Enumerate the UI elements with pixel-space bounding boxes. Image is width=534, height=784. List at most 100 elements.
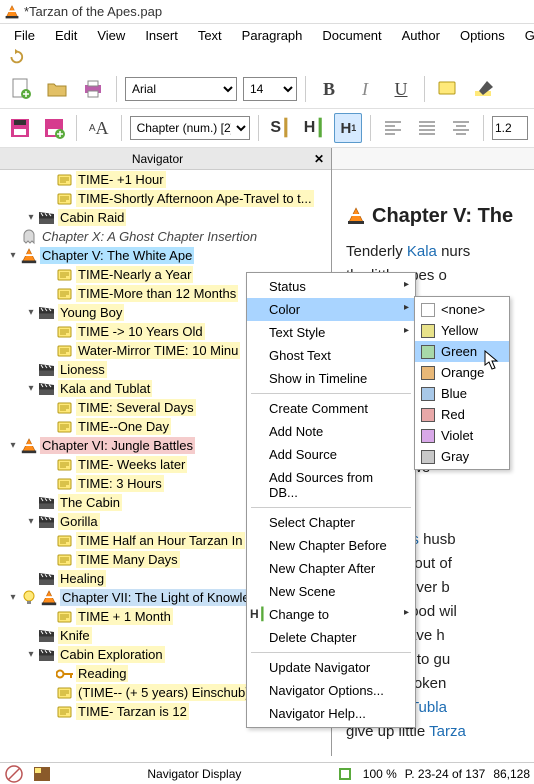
- h1-button[interactable]: H1: [334, 113, 362, 143]
- menu-document[interactable]: Document: [312, 26, 391, 45]
- color-gray[interactable]: Gray: [415, 446, 509, 467]
- ctx-create-comment[interactable]: Create Comment: [247, 397, 415, 420]
- menu-view[interactable]: View: [87, 26, 135, 45]
- note-icon: [56, 419, 74, 435]
- ctx-navigator-help-[interactable]: Navigator Help...: [247, 702, 415, 725]
- color-blue[interactable]: Blue: [415, 383, 509, 404]
- menu-insert[interactable]: Insert: [135, 26, 188, 45]
- menu-author[interactable]: Author: [392, 26, 450, 45]
- tree-item-label: Chapter VII: The Light of Knowle: [60, 589, 252, 606]
- menu-file[interactable]: File: [4, 26, 45, 45]
- save-button[interactable]: [6, 113, 34, 143]
- ctx-change-to[interactable]: Change toH┃: [247, 603, 415, 626]
- ctx-navigator-options-[interactable]: Navigator Options...: [247, 679, 415, 702]
- tree-item-label: TIME Many Days: [76, 551, 180, 568]
- align-justify-button[interactable]: [413, 113, 441, 143]
- menu-text[interactable]: Text: [188, 26, 232, 45]
- tree-item[interactable]: ▾ Cabin Raid: [0, 208, 331, 227]
- tree-item[interactable]: TIME-Shortly Afternoon Ape-Travel to t..…: [0, 189, 331, 208]
- color-label: Yellow: [441, 323, 478, 338]
- print-button[interactable]: [78, 74, 108, 104]
- new-doc-button[interactable]: [6, 74, 36, 104]
- h-break-button[interactable]: H┃: [300, 113, 328, 143]
- ctx-new-chapter-before[interactable]: New Chapter Before: [247, 534, 415, 557]
- tree-item[interactable]: ▾ Chapter V: The White Ape: [0, 246, 331, 265]
- save-as-button[interactable]: [40, 113, 68, 143]
- tree-item-label: Chapter V: The White Ape: [40, 247, 194, 264]
- status-icon-1[interactable]: [4, 765, 24, 783]
- navigator-display-label[interactable]: Navigator Display: [147, 767, 241, 781]
- tree-item-label: TIME-More than 12 Months: [76, 285, 238, 302]
- ctx-new-scene[interactable]: New Scene: [247, 580, 415, 603]
- tree-twist-icon[interactable]: ▾: [6, 592, 20, 603]
- color-label: Green: [441, 344, 477, 359]
- font-select[interactable]: Arial: [125, 77, 237, 101]
- ctx-ghost-text[interactable]: Ghost Text: [247, 344, 415, 367]
- ctx-add-source[interactable]: Add Source: [247, 443, 415, 466]
- scene-h-button[interactable]: S┃: [267, 113, 295, 143]
- ctx-update-navigator[interactable]: Update Navigator: [247, 656, 415, 679]
- tree-item-label: TIME- Weeks later: [76, 456, 187, 473]
- tree-twist-icon[interactable]: ▾: [6, 250, 20, 261]
- ctx-add-sources-from-db-[interactable]: Add Sources from DB...: [247, 466, 415, 504]
- font-size-select[interactable]: 14: [243, 77, 297, 101]
- color-green[interactable]: Green: [415, 341, 509, 362]
- font-style-button[interactable]: AA: [85, 113, 113, 143]
- zoom-level[interactable]: 100 %: [363, 767, 397, 781]
- ctx-show-in-timeline[interactable]: Show in Timeline: [247, 367, 415, 390]
- align-center-button[interactable]: [447, 113, 475, 143]
- ctx-color[interactable]: Color: [247, 298, 415, 321]
- open-doc-button[interactable]: [42, 74, 72, 104]
- tree-item-label: Lioness: [58, 361, 107, 378]
- menu-paragraph[interactable]: Paragraph: [232, 26, 313, 45]
- status-icon-2[interactable]: [32, 765, 52, 783]
- para-style-select[interactable]: Chapter (num.) [2]: [130, 116, 250, 140]
- ctx-status[interactable]: Status: [247, 275, 415, 298]
- tree-item[interactable]: TIME- +1 Hour: [0, 170, 331, 189]
- note-icon: [56, 400, 74, 416]
- tree-item-label: TIME-Nearly a Year: [76, 266, 193, 283]
- tree-item-label: Cabin Raid: [58, 209, 126, 226]
- tree-item-label: Water-Mirror TIME: 10 Minu: [76, 342, 240, 359]
- color-violet[interactable]: Violet: [415, 425, 509, 446]
- menu-options[interactable]: Options: [450, 26, 515, 45]
- note-button[interactable]: [433, 74, 463, 104]
- note-icon: [56, 552, 74, 568]
- underline-button[interactable]: U: [386, 74, 416, 104]
- zoom-icon[interactable]: [337, 766, 355, 782]
- undo-icon[interactable]: [6, 48, 24, 66]
- color-red[interactable]: Red: [415, 404, 509, 425]
- tree-twist-icon[interactable]: ▾: [24, 649, 38, 660]
- ctx-new-chapter-after[interactable]: New Chapter After: [247, 557, 415, 580]
- tree-twist-icon[interactable]: ▾: [24, 212, 38, 223]
- menubar: FileEditViewInsertTextParagraphDocumentA…: [0, 24, 534, 46]
- menu-guide[interactable]: Guide: [515, 26, 534, 45]
- ctx-delete-chapter[interactable]: Delete Chapter: [247, 626, 415, 649]
- ctx-text-style[interactable]: Text Style: [247, 321, 415, 344]
- tree-item-label: Healing: [58, 570, 106, 587]
- line-spacing-input[interactable]: [492, 116, 528, 140]
- color-orange[interactable]: Orange: [415, 362, 509, 383]
- scene-icon: [38, 647, 56, 663]
- color-yellow[interactable]: Yellow: [415, 320, 509, 341]
- ctx-add-note[interactable]: Add Note: [247, 420, 415, 443]
- menu-edit[interactable]: Edit: [45, 26, 87, 45]
- tree-twist-icon[interactable]: ▾: [24, 516, 38, 527]
- color--none-[interactable]: <none>: [415, 299, 509, 320]
- color-label: <none>: [441, 302, 485, 317]
- align-left-button[interactable]: [379, 113, 407, 143]
- color-swatch: [421, 345, 435, 359]
- ctx-select-chapter[interactable]: Select Chapter: [247, 511, 415, 534]
- note-icon: [56, 172, 74, 188]
- close-icon[interactable]: ✕: [311, 151, 327, 167]
- tree-item-label: TIME Half an Hour Tarzan In: [76, 532, 245, 549]
- tree-item-label: Knife: [58, 627, 92, 644]
- italic-button[interactable]: I: [350, 74, 380, 104]
- highlight-button[interactable]: [469, 74, 499, 104]
- tree-twist-icon[interactable]: ▾: [24, 383, 38, 394]
- tree-item[interactable]: Chapter X: A Ghost Chapter Insertion: [0, 227, 331, 246]
- tree-item-label: TIME + 1 Month: [76, 608, 173, 625]
- bold-button[interactable]: B: [314, 74, 344, 104]
- tree-twist-icon[interactable]: ▾: [24, 307, 38, 318]
- tree-twist-icon[interactable]: ▾: [6, 440, 20, 451]
